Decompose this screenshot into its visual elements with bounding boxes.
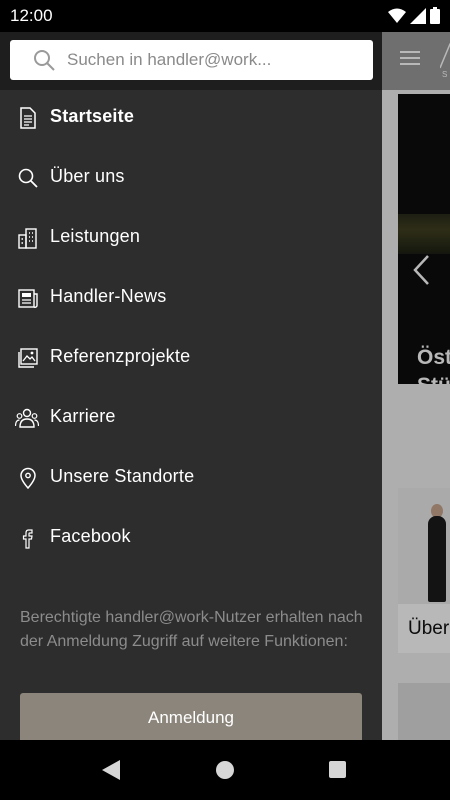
search-box[interactable] bbox=[10, 40, 373, 80]
menu-item-leistungen[interactable]: Leistungen bbox=[0, 208, 382, 268]
image-icon bbox=[18, 348, 38, 368]
menu-item-label: Facebook bbox=[50, 526, 131, 546]
status-icons bbox=[388, 7, 440, 24]
menu-item-label: Über uns bbox=[50, 166, 125, 186]
status-time: 12:00 bbox=[10, 6, 53, 25]
search-icon bbox=[34, 50, 55, 71]
menu-item-label: Startseite bbox=[50, 106, 135, 126]
menu-item-referenzprojekte[interactable]: Referenzprojekte bbox=[0, 328, 382, 388]
facebook-icon bbox=[22, 529, 33, 549]
buildings-icon bbox=[18, 228, 37, 249]
menu-item-label: Handler-News bbox=[50, 286, 167, 306]
recents-icon[interactable] bbox=[329, 761, 346, 778]
navigation-drawer: Startseite Über uns Leistungen bbox=[0, 32, 382, 740]
menu-item-ueber-uns[interactable]: Über uns bbox=[0, 148, 382, 208]
navigation-bar bbox=[0, 740, 450, 800]
login-button[interactable]: Anmeldung bbox=[20, 693, 362, 740]
menu-item-facebook[interactable]: Facebook bbox=[0, 508, 382, 568]
wifi-icon bbox=[388, 8, 406, 23]
menu-item-label: Unsere Standorte bbox=[50, 466, 195, 486]
drawer-menu: Startseite Über uns Leistungen Handler-N… bbox=[0, 88, 382, 568]
drawer-scrim[interactable] bbox=[382, 32, 450, 740]
search-icon bbox=[18, 168, 38, 188]
menu-item-label: Referenzprojekte bbox=[50, 346, 191, 366]
search-input[interactable] bbox=[67, 42, 373, 78]
menu-item-startseite[interactable]: Startseite bbox=[0, 88, 382, 148]
drawer-search-area bbox=[0, 32, 382, 90]
menu-item-label: Karriere bbox=[50, 406, 116, 426]
people-icon bbox=[15, 408, 39, 428]
menu-item-handler-news[interactable]: Handler-News bbox=[0, 268, 382, 328]
signal-icon bbox=[410, 7, 426, 24]
document-icon bbox=[20, 107, 36, 129]
login-info-text: Berechtigte handler@work-Nutzer erhalten… bbox=[20, 609, 363, 650]
menu-item-unsere-standorte[interactable]: Unsere Standorte bbox=[0, 448, 382, 508]
home-icon[interactable] bbox=[216, 761, 234, 779]
status-bar: 12:00 bbox=[0, 0, 450, 32]
newspaper-icon bbox=[18, 289, 38, 308]
battery-icon bbox=[430, 7, 440, 24]
menu-item-label: Leistungen bbox=[50, 226, 141, 246]
back-icon[interactable] bbox=[101, 760, 121, 780]
location-pin-icon bbox=[20, 467, 36, 489]
menu-item-karriere[interactable]: Karriere bbox=[0, 388, 382, 448]
